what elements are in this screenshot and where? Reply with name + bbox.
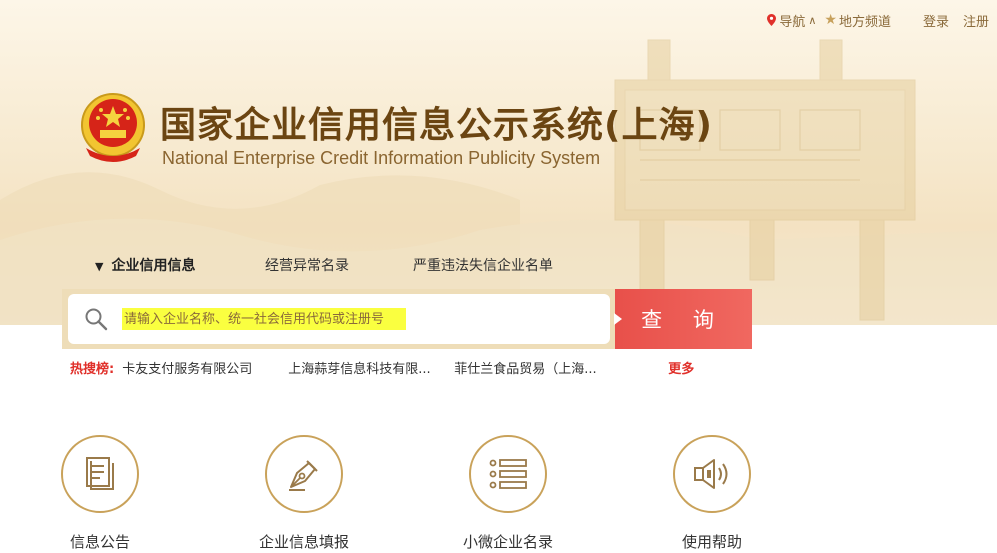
- star-icon: ★: [824, 12, 837, 28]
- hot-search-item[interactable]: 菲仕兰食品贸易（上海...: [454, 358, 668, 377]
- local-channel-link[interactable]: ★ 地方频道: [824, 11, 891, 30]
- hot-search-item[interactable]: 上海蒜芽信息科技有限...: [288, 358, 454, 377]
- search-button[interactable]: 查 询: [614, 289, 752, 349]
- speaker-icon: [694, 459, 728, 489]
- tab-enterprise-credit[interactable]: ▼ 企业信用信息: [95, 255, 265, 275]
- tab-serious-violation[interactable]: 严重违法失信企业名单: [413, 255, 553, 275]
- hot-search-bar: 热搜榜: 卡友支付服务有限公司 上海蒜芽信息科技有限... 菲仕兰食品贸易（上海…: [70, 358, 694, 377]
- tab-label: 企业信用信息: [111, 258, 196, 274]
- feature-help[interactable]: 使用帮助: [652, 435, 772, 552]
- login-label: 登录: [922, 14, 949, 30]
- tab-label: 经营异常名录: [265, 258, 349, 274]
- search-bar: 查 询: [62, 289, 752, 349]
- search-icon: [85, 308, 108, 331]
- page-subtitle: National Enterprise Credit Information P…: [162, 148, 601, 168]
- register-label: 注册: [962, 14, 989, 30]
- tab-abnormal-operation[interactable]: 经营异常名录: [265, 255, 413, 275]
- pen-nib-icon: [289, 460, 318, 491]
- feature-small-business-list[interactable]: 小微企业名录: [448, 435, 568, 552]
- location-pin-icon: [767, 14, 777, 26]
- list-icon: [489, 459, 527, 489]
- feature-label: 小微企业名录: [462, 533, 553, 551]
- register-link[interactable]: 注册: [963, 11, 989, 30]
- feature-enterprise-report[interactable]: 企业信息填报: [244, 435, 364, 552]
- feature-label: 企业信息填报: [258, 533, 349, 551]
- feature-label: 信息公告: [69, 533, 130, 551]
- more-link[interactable]: 更多: [668, 358, 694, 377]
- nav-menu[interactable]: 导航 ∧: [767, 11, 816, 30]
- triangle-down-icon: ▼: [95, 260, 104, 273]
- search-tabs: ▼ 企业信用信息 经营异常名录 严重违法失信企业名单: [95, 255, 553, 275]
- tab-label: 严重违法失信企业名单: [413, 258, 553, 274]
- page: 导航 ∧ ★ 地方频道 登录 注册 国家企业信用信息公示系统(上海) Natio…: [0, 0, 997, 553]
- hero-banner: 导航 ∧ ★ 地方频道 登录 注册 国家企业信用信息公示系统(上海) Natio…: [0, 0, 997, 325]
- top-bar: 导航 ∧ ★ 地方频道 登录 注册: [767, 10, 997, 30]
- nav-label: 导航: [779, 14, 806, 30]
- feature-label: 使用帮助: [681, 533, 742, 551]
- feature-info-announcement[interactable]: 信息公告: [40, 435, 160, 552]
- document-icon: [86, 457, 114, 490]
- search-input[interactable]: [122, 308, 406, 330]
- local-channel-label: 地方频道: [838, 14, 891, 30]
- page-title: 国家企业信用信息公示系统(上海): [160, 105, 713, 146]
- hot-search-item[interactable]: 卡友支付服务有限公司: [122, 358, 288, 377]
- login-link[interactable]: 登录: [923, 11, 949, 30]
- chevron-up-icon: ∧: [808, 13, 817, 27]
- hot-search-label: 热搜榜:: [70, 362, 115, 377]
- national-emblem-icon: [81, 93, 145, 162]
- search-box: [68, 294, 610, 344]
